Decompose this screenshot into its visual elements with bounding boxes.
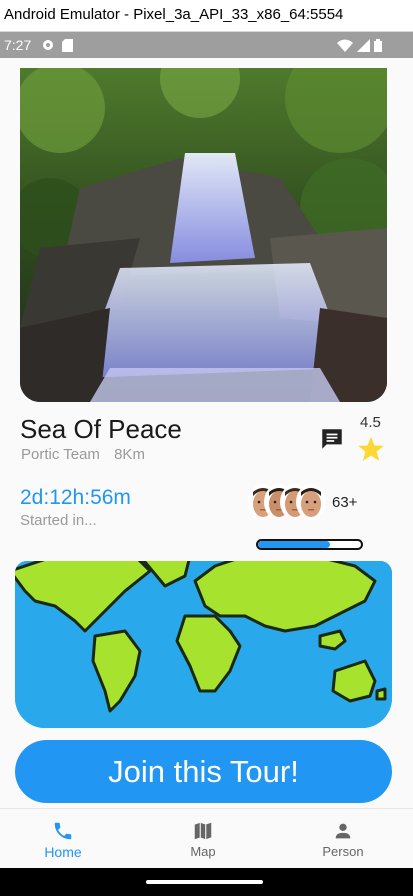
signal-icon — [357, 39, 370, 52]
tour-title: Sea Of Peace — [20, 414, 182, 444]
tour-team: Portic Team — [21, 446, 100, 463]
settings-icon — [43, 40, 53, 50]
nav-item-map[interactable]: Map — [143, 809, 263, 869]
nav-item-person[interactable]: Person — [283, 809, 403, 869]
rating-value: 4.5 — [360, 414, 381, 431]
participant-avatars[interactable] — [248, 484, 328, 520]
status-time: 7:27 — [4, 37, 32, 53]
battery-icon — [374, 39, 382, 52]
countdown-caption: Started in... — [20, 512, 97, 529]
map-icon — [194, 822, 212, 840]
world-map[interactable] — [15, 561, 392, 728]
world-map-illustration — [15, 561, 392, 728]
countdown-timer: 2d:12h:56m — [20, 486, 131, 509]
nav-label-map: Map — [190, 844, 216, 859]
tour-hero-image — [20, 68, 387, 402]
window-title: Android Emulator - Pixel_3a_API_33_x86_6… — [0, 0, 413, 32]
tour-distance: 8Km — [114, 446, 145, 463]
avatar — [296, 484, 326, 520]
tour-progress-bar — [256, 539, 363, 550]
nav-label-person: Person — [322, 844, 364, 859]
nav-label-home: Home — [44, 844, 82, 860]
person-icon — [335, 823, 351, 839]
tour-subtitle: Portic Team 8Km — [21, 446, 155, 463]
bottom-navigation: Home Map Person — [0, 808, 413, 868]
sd-card-icon — [62, 39, 73, 52]
chat-icon[interactable] — [319, 426, 345, 452]
wifi-icon — [337, 39, 353, 52]
system-gesture-bar — [0, 868, 413, 896]
participant-count: 63+ — [332, 494, 358, 511]
waterfall-image — [20, 68, 387, 402]
status-bar: 7:27 — [0, 32, 413, 58]
join-tour-button[interactable]: Join this Tour! — [15, 740, 392, 803]
progress-fill — [258, 541, 331, 548]
star-icon — [358, 436, 384, 461]
nav-item-home[interactable]: Home — [3, 809, 123, 869]
home-gesture-handle[interactable] — [146, 880, 263, 884]
tour-screen: Sea Of Peace Portic Team 8Km 4.5 2d:12h:… — [0, 58, 413, 868]
phone-icon — [54, 822, 72, 840]
